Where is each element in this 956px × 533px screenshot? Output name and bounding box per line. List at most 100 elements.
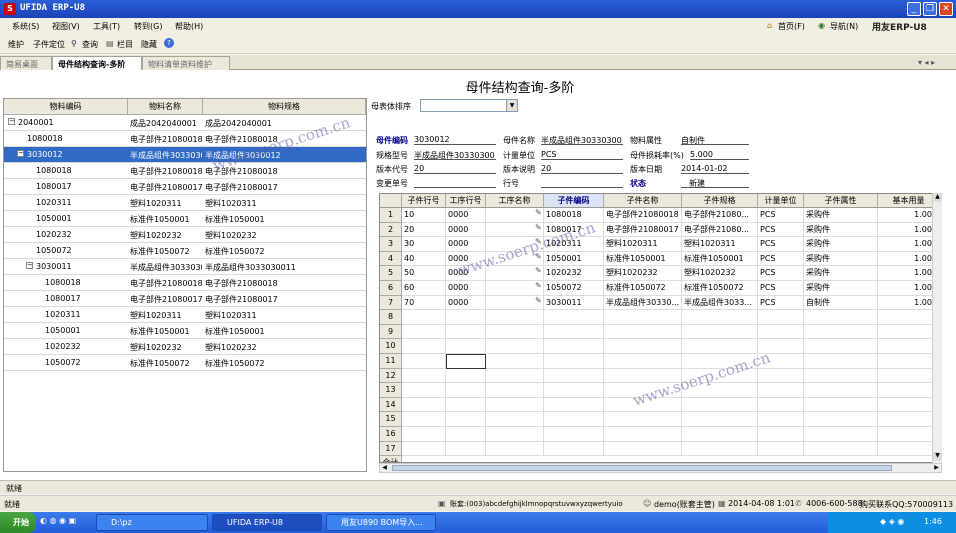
grid-cell[interactable]: [486, 324, 544, 340]
grid-row[interactable]: 7 70 0000 3030011 ✎ 半成品组件30330... 半成品组件3033...…: [380, 295, 941, 311]
tab-scroll-arrows-icon[interactable]: ▾ ◂ ▸: [918, 58, 935, 67]
grid-cell[interactable]: [878, 427, 940, 442]
grid-cell[interactable]: [544, 339, 604, 354]
grid-col-header[interactable]: 工序名称: [486, 194, 544, 208]
tree-row[interactable]: 1020311 塑料1020311 塑料1020311: [4, 195, 366, 211]
home-link[interactable]: 首页(F): [778, 21, 805, 32]
menu-help[interactable]: 帮助(H): [175, 21, 203, 32]
grid-row[interactable]: 3 30 0000 1020311 ✎ 塑料1020311 塑料1020311 PCS 采购件 1…: [380, 237, 941, 252]
grid-row[interactable]: 6 60 0000 1050072 ✎ 标准件1050072 标准件1050072 PCS 采购…: [380, 281, 941, 296]
grid-cell[interactable]: [446, 441, 486, 457]
task-ufida[interactable]: UFIDA ERP-U8: [212, 514, 322, 531]
grid-cell[interactable]: 电子部件21080018: [604, 208, 682, 223]
grid-cell[interactable]: [878, 383, 940, 398]
grid-cell[interactable]: [486, 354, 544, 369]
menu-goto[interactable]: 转到(G): [134, 21, 162, 32]
tree-col-spec[interactable]: 物料规格: [203, 99, 366, 115]
parent-code-field[interactable]: 3030012: [414, 135, 496, 145]
grid-cell[interactable]: 1.000: [878, 295, 940, 311]
grid-cell[interactable]: 0000: [446, 281, 486, 296]
minimize-button[interactable]: _: [907, 2, 921, 16]
columns-button[interactable]: 栏目: [117, 39, 133, 50]
grid-cell[interactable]: 电子部件21080017: [604, 222, 682, 238]
grid-cell[interactable]: [604, 324, 682, 340]
grid-cell[interactable]: [544, 412, 604, 427]
grid-cell[interactable]: 50: [402, 266, 446, 281]
unit-field[interactable]: PCS: [541, 150, 623, 160]
grid-cell[interactable]: [486, 339, 544, 354]
grid-cell[interactable]: [682, 324, 758, 340]
grid-cell[interactable]: [486, 310, 544, 325]
loss-rate-field[interactable]: 5.000: [690, 150, 749, 160]
grid-cell[interactable]: [804, 310, 878, 325]
grid-col-header[interactable]: 计量单位: [758, 194, 804, 208]
help-icon[interactable]: ?: [164, 38, 174, 48]
grid-cell[interactable]: [804, 412, 878, 427]
grid-cell[interactable]: 采购件: [804, 222, 878, 238]
tree-row[interactable]: 1050001 标准件1050001 标准件1050001: [4, 323, 366, 339]
grid-cell[interactable]: 采购件: [804, 281, 878, 296]
tree-row[interactable]: 1080018 电子部件21080018 电子部件21080018: [4, 275, 366, 291]
grid-cell[interactable]: 0000: [446, 295, 486, 311]
grid-cell[interactable]: 标准件1050001: [682, 251, 758, 267]
grid-cell[interactable]: 标准件1050072: [682, 281, 758, 296]
grid-cell[interactable]: [682, 441, 758, 457]
grid-cell[interactable]: [804, 397, 878, 413]
grid-cell[interactable]: [758, 397, 804, 413]
task-folder[interactable]: D:\pz: [96, 514, 208, 531]
grid-cell[interactable]: [804, 324, 878, 340]
grid-cell[interactable]: [878, 368, 940, 384]
grid-cell[interactable]: 采购件: [804, 208, 878, 223]
grid-cell[interactable]: [682, 310, 758, 325]
grid-cell[interactable]: [402, 441, 446, 457]
attr-field[interactable]: 自制件: [681, 135, 749, 145]
grid-cell[interactable]: 60: [402, 281, 446, 296]
grid-cell[interactable]: [446, 427, 486, 442]
grid-row[interactable]: 17: [380, 441, 941, 457]
grid-cell[interactable]: 1.000: [878, 237, 940, 252]
spec-field[interactable]: 半成品组件30330300: [414, 150, 496, 160]
grid-cell[interactable]: 10: [402, 208, 446, 223]
tree-row[interactable]: 1020311 塑料1020311 塑料1020311: [4, 307, 366, 323]
grid-col-header[interactable]: 子件属性: [804, 194, 878, 208]
grid-cell[interactable]: [402, 310, 446, 325]
grid-cell[interactable]: 1.000: [878, 208, 940, 223]
tree-row[interactable]: 1050072 标准件1050072 标准件1050072: [4, 355, 366, 371]
grid-cell[interactable]: [604, 412, 682, 427]
grid-cell[interactable]: [758, 383, 804, 398]
grid-cell[interactable]: [878, 441, 940, 457]
tree-row[interactable]: 1080017 电子部件21080017 电子部件21080017: [4, 179, 366, 195]
expand-collapse-icon[interactable]: −: [26, 262, 33, 269]
tree-row[interactable]: 1020232 塑料1020232 塑料1020232: [4, 339, 366, 355]
grid-cell[interactable]: 40: [402, 251, 446, 267]
grid-cell[interactable]: PCS: [758, 237, 804, 252]
grid-cell[interactable]: [544, 441, 604, 457]
grid-cell[interactable]: [486, 368, 544, 384]
grid-cell[interactable]: [878, 324, 940, 340]
tree-row[interactable]: 1020232 塑料1020232 塑料1020232: [4, 227, 366, 243]
tab-bom-maintenance[interactable]: 物料清单资料维护: [142, 56, 230, 70]
grid-cell[interactable]: [682, 397, 758, 413]
grid-row[interactable]: 11: [380, 354, 941, 369]
grid-cell[interactable]: [446, 412, 486, 427]
grid-cell[interactable]: [804, 354, 878, 369]
grid-col-header[interactable]: 子件名称: [604, 194, 682, 208]
grid-cell[interactable]: [544, 310, 604, 325]
grid-cell[interactable]: [402, 339, 446, 354]
grid-cell[interactable]: [486, 441, 544, 457]
hide-button[interactable]: 隐藏: [141, 39, 157, 50]
tree-row[interactable]: −3030012 半成品组件3033030 半成品组件3030012: [4, 147, 366, 163]
grid-cell[interactable]: [604, 441, 682, 457]
grid-cell[interactable]: [758, 427, 804, 442]
tray-icons[interactable]: ◆ ◈ ◉: [880, 517, 904, 526]
sort-select[interactable]: ▼: [420, 99, 518, 112]
grid-cell[interactable]: 电子部件21080...: [682, 208, 758, 223]
change-no-field[interactable]: [414, 178, 496, 188]
scroll-right-icon[interactable]: ▶: [932, 464, 941, 472]
grid-cell[interactable]: PCS: [758, 208, 804, 223]
grid-cell[interactable]: [446, 310, 486, 325]
tab-easy-desktop[interactable]: 简易桌面: [0, 56, 52, 70]
grid-cell[interactable]: 采购件: [804, 251, 878, 267]
grid-cell[interactable]: [486, 383, 544, 398]
menu-view[interactable]: 视图(V): [52, 21, 80, 32]
